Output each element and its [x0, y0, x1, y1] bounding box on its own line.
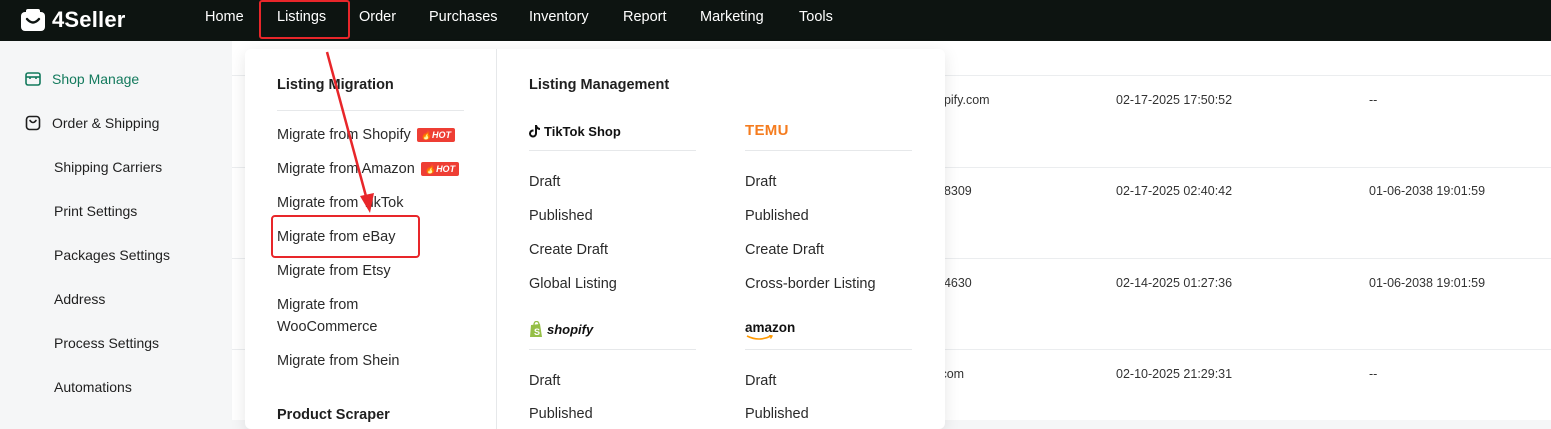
menu-item-label: Migrate from Etsy	[277, 263, 391, 279]
sidebar-item-automations[interactable]: Automations	[0, 369, 232, 405]
hot-badge: 🔥HOT	[420, 162, 460, 177]
menu-item-label: Migrate from WooCommerce	[277, 297, 378, 335]
logo-bag-icon	[21, 9, 45, 31]
created-cell: 02-17-2025 02:40:42	[1116, 184, 1233, 198]
menu-item-tiktok-published[interactable]: Published	[529, 208, 593, 224]
menu-item-shopify-draft[interactable]: Draft	[529, 373, 560, 389]
amazon-smile-icon	[746, 335, 774, 340]
expires-cell: --	[1369, 93, 1378, 107]
created-cell: 02-14-2025 01:27:36	[1116, 276, 1233, 290]
sidebar-item-address[interactable]: Address	[0, 281, 232, 317]
sidebar-item-label: Process Settings	[54, 335, 160, 351]
nav-order[interactable]: Order	[359, 9, 396, 25]
nav-home[interactable]: Home	[205, 9, 244, 25]
sidebar-item-packages-settings[interactable]: Packages Settings	[0, 237, 232, 273]
nav-report[interactable]: Report	[623, 9, 667, 25]
shop-icon	[25, 72, 41, 86]
menu-item-temu-published[interactable]: Published	[745, 208, 809, 224]
menu-item-tiktok-global-listing[interactable]: Global Listing	[529, 276, 617, 292]
nav-tools[interactable]: Tools	[799, 9, 833, 25]
divider	[745, 349, 912, 350]
menu-item-migrate-etsy[interactable]: Migrate from Etsy	[277, 260, 391, 282]
divider	[529, 349, 696, 350]
brand-name: amazon	[745, 320, 796, 335]
menu-item-migrate-tiktok[interactable]: Migrate from TikTok	[277, 192, 404, 214]
menu-item-label: Migrate from Shein	[277, 353, 400, 369]
menu-item-temu-create-draft[interactable]: Create Draft	[745, 242, 824, 258]
annotation-highlight-listings	[259, 0, 350, 39]
menu-item-label: Migrate from Amazon	[277, 161, 415, 177]
sidebar-item-label: Order & Shipping	[52, 115, 160, 131]
sidebar-item-print-settings[interactable]: Print Settings	[0, 193, 232, 229]
menu-item-migrate-woocommerce[interactable]: Migrate from WooCommerce	[277, 294, 457, 338]
sidebar-item-label: Address	[54, 291, 106, 307]
menu-item-migrate-shein[interactable]: Migrate from Shein	[277, 350, 400, 372]
shopify-bag-icon: S	[530, 321, 542, 337]
sidebar-item-label: Packages Settings	[54, 247, 170, 263]
created-cell: 02-10-2025 21:29:31	[1116, 367, 1233, 381]
menu-item-label: Migrate from Shopify	[277, 127, 411, 143]
menu-item-tiktok-draft[interactable]: Draft	[529, 174, 560, 190]
created-cell: 02-17-2025 17:50:52	[1116, 93, 1233, 107]
shopify-brand: S shopify	[529, 321, 593, 338]
sidebar-item-order-shipping[interactable]: Order & Shipping	[0, 105, 232, 141]
product-scraper-heading: Product Scraper	[277, 407, 390, 423]
top-navigation-bar: 4Seller Home Listings Order Purchases In…	[0, 0, 1551, 41]
menu-item-migrate-amazon[interactable]: Migrate from Amazon 🔥HOT	[277, 158, 460, 180]
menu-item-migrate-shopify[interactable]: Migrate from Shopify 🔥HOT	[277, 124, 456, 146]
app-logo[interactable]: 4Seller	[20, 6, 126, 34]
sidebar-item-label: Automations	[54, 379, 132, 395]
tiktok-icon	[529, 125, 540, 138]
sidebar-item-process-settings[interactable]: Process Settings	[0, 325, 232, 361]
menu-column-divider	[496, 49, 497, 429]
brand-name: TEMU	[745, 122, 789, 139]
order-icon	[25, 115, 41, 131]
tiktok-shop-brand: TikTok Shop	[529, 124, 621, 139]
hot-badge: 🔥HOT	[416, 128, 456, 143]
amazon-brand: amazon	[745, 321, 795, 341]
annotation-highlight-ebay	[271, 215, 420, 258]
sidebar-item-shop-manage[interactable]: Shop Manage	[0, 61, 232, 97]
sidebar: Shop Manage Order & Shipping Shipping Ca…	[0, 41, 232, 420]
menu-item-label: Migrate from TikTok	[277, 195, 404, 211]
divider	[745, 150, 912, 151]
listing-migration-heading: Listing Migration	[277, 77, 394, 93]
listing-management-heading: Listing Management	[529, 77, 670, 93]
expires-cell: 01-06-2038 19:01:59	[1369, 184, 1486, 198]
sidebar-item-label: Print Settings	[54, 203, 138, 219]
temu-brand: TEMU	[745, 122, 789, 139]
sidebar-item-label: Shipping Carriers	[54, 159, 163, 175]
nav-marketing[interactable]: Marketing	[700, 9, 764, 25]
menu-item-temu-cross-border[interactable]: Cross-border Listing	[745, 276, 876, 292]
sidebar-item-label: Shop Manage	[52, 71, 140, 87]
nav-inventory[interactable]: Inventory	[529, 9, 589, 25]
brand-name: TikTok Shop	[544, 124, 621, 139]
app-name: 4Seller	[52, 7, 126, 32]
svg-text:S: S	[534, 327, 540, 337]
divider	[529, 150, 696, 151]
menu-item-tiktok-create-draft[interactable]: Create Draft	[529, 242, 608, 258]
sidebar-item-shipping-carriers[interactable]: Shipping Carriers	[0, 149, 232, 185]
expires-cell: 01-06-2038 19:01:59	[1369, 276, 1486, 290]
menu-item-amazon-draft[interactable]: Draft	[745, 373, 776, 389]
nav-purchases[interactable]: Purchases	[429, 9, 498, 25]
divider	[277, 110, 464, 111]
expires-cell: --	[1369, 367, 1378, 381]
brand-name: shopify	[547, 322, 594, 337]
menu-item-temu-draft[interactable]: Draft	[745, 174, 776, 190]
